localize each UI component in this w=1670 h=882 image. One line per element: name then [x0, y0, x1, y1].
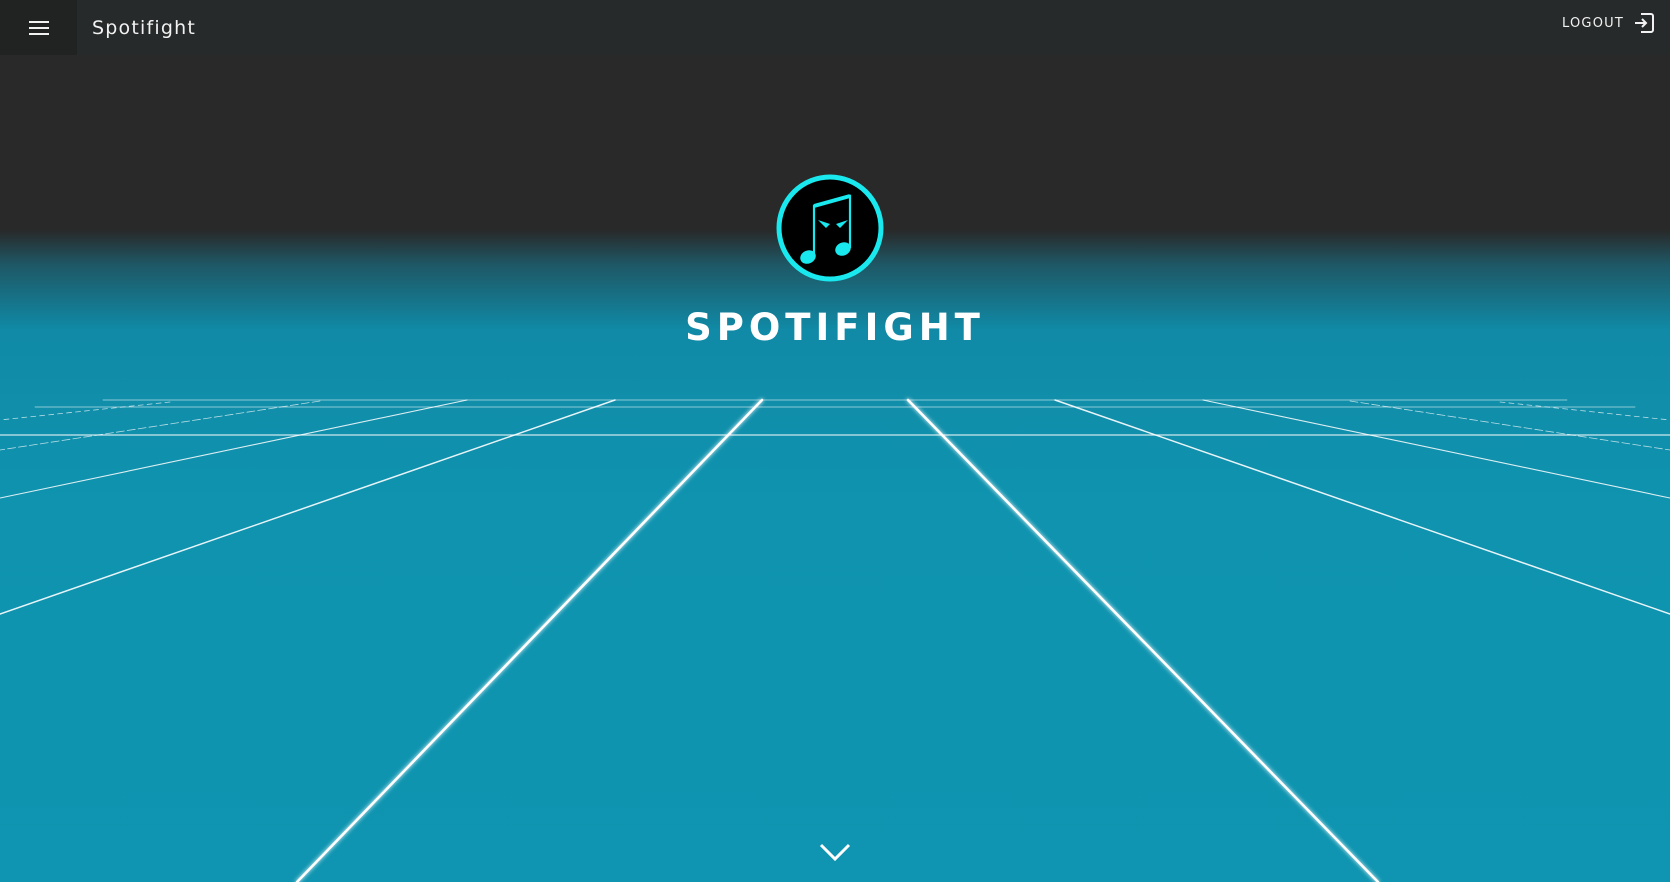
- chevron-down-icon: [818, 840, 852, 864]
- grid-vertical-line: [1349, 400, 1670, 451]
- hero-title: SPOTIFIGHT: [685, 306, 985, 349]
- grid-vertical-line: [906, 398, 1380, 882]
- grid-vertical-line: [1499, 401, 1670, 421]
- app-name: Spotifight: [92, 16, 196, 39]
- logout-label: LOGOUT: [1562, 15, 1624, 31]
- grid-vertical-line: [0, 401, 171, 421]
- top-app-bar: Spotifight LOGOUT: [0, 0, 1670, 55]
- grid-vertical-line: [0, 400, 321, 451]
- angry-music-note-logo: [776, 174, 884, 282]
- grid-vertical-line: [0, 399, 616, 615]
- logout-button[interactable]: LOGOUT: [1562, 0, 1654, 46]
- grid-vertical-line: [1202, 399, 1670, 499]
- grid-background: [0, 398, 1670, 882]
- menu-button[interactable]: [0, 0, 77, 55]
- hamburger-menu-icon: [28, 20, 49, 35]
- logout-icon: [1634, 13, 1654, 33]
- grid-vertical-line: [0, 399, 468, 499]
- scroll-down-button[interactable]: [818, 840, 852, 864]
- grid-vertical-line: [295, 398, 764, 882]
- grid-vertical-line: [1054, 399, 1670, 615]
- page: Spotifight LOGOUT SPOTIFIGHT: [0, 0, 1670, 882]
